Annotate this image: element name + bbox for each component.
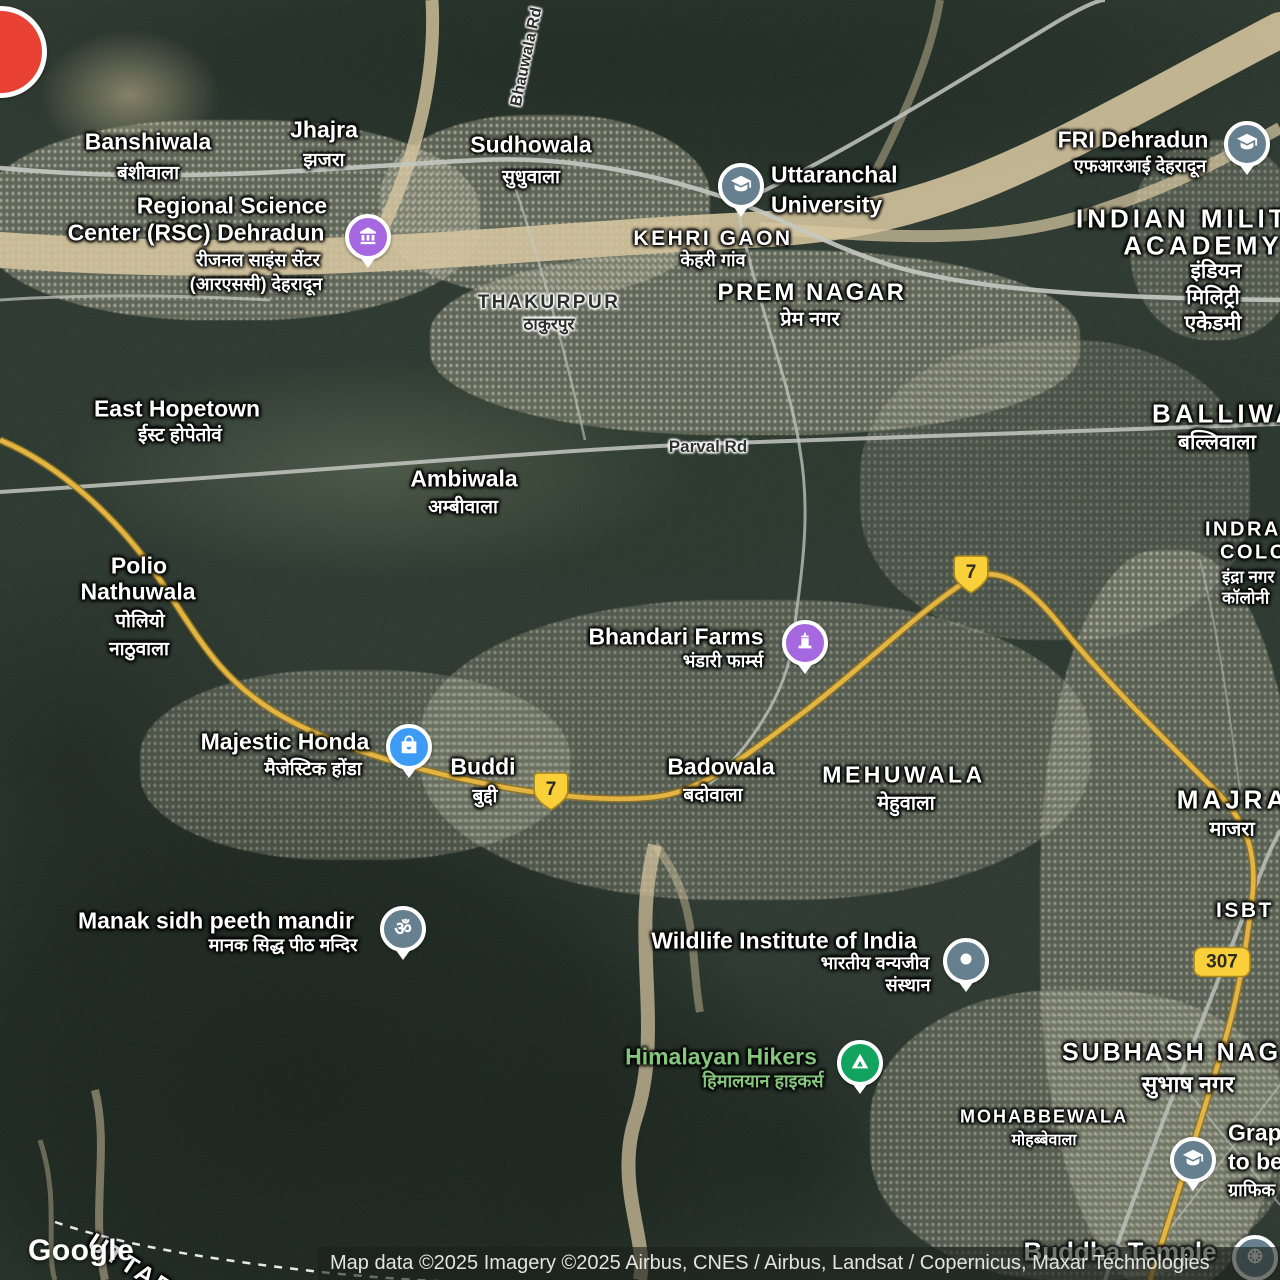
poi-label-rsc-line3: रीजनल साइंस सेंटर — [196, 248, 320, 272]
road-label-parval-rd: Parval Rd — [669, 437, 747, 457]
area-label-ima-line5: एकेडमी — [1185, 309, 1242, 337]
area-label-mohabbewala: MOHABBEWALA — [960, 1107, 1128, 1128]
poi-label-rsc-line1: Regional Science — [137, 193, 327, 220]
place-label-sudhowala: Sudhowala — [470, 132, 591, 159]
place-label-banshiwala: Banshiwala — [85, 129, 212, 156]
place-label-ambiwala-local: अम्बीवाला — [428, 493, 498, 519]
place-label-ambiwala: Ambiwala — [410, 466, 517, 493]
poi-label-uttaranchal-line1: Uttaranchal — [771, 162, 898, 189]
manak-mandir-pin[interactable]: ॐ — [380, 906, 426, 952]
forest-patch — [0, 730, 770, 1280]
poi-label-bhandari-farms: Bhandari Farms — [588, 624, 763, 651]
satellite-map[interactable]: Banshiwala बंशीवाला Jhajra झजरा Sudhowal… — [0, 0, 1280, 1280]
place-label-banshiwala-local: बंशीवाला — [117, 159, 179, 185]
rsc-museum-pin[interactable] — [345, 214, 391, 260]
poi-label-himalayan-hikers-local: हिमालयान हाइकर्स — [703, 1069, 824, 1093]
area-label-mehuwala-local: मेहुवाला — [877, 789, 935, 816]
area-label-majra: MAJRA — [1177, 785, 1280, 816]
poi-label-majestic-honda-local: मैजेस्टिक होंडा — [264, 755, 361, 781]
om-icon: ॐ — [394, 920, 411, 939]
route-7-badge: 7 — [533, 772, 569, 812]
area-label-subhash-nagar-local: सुभाष नगर — [1142, 1067, 1234, 1099]
majestic-honda-pin[interactable] — [386, 724, 432, 770]
place-label-buddi-local: बुद्दी — [473, 782, 498, 808]
wildlife-institute-pin[interactable] — [943, 938, 989, 984]
poi-label-wildlife-local1: भारतीय वन्यजीव — [821, 951, 930, 975]
place-label-polio-line4: नाठुवाला — [109, 635, 169, 661]
attribution-bar: Map data ©2025 Imagery ©2025 Airbus, CNE… — [318, 1247, 1280, 1280]
poi-label-rsc-line4: (आरएससी) देहरादून — [190, 272, 322, 296]
area-label-mohabbewala-local: मोहब्बेवाला — [1011, 1128, 1076, 1150]
poi-label-bhandari-farms-local: भंडारी फार्म्स — [683, 649, 764, 673]
road-label-bhauwala-rd: Bhauwala Rd — [508, 6, 546, 108]
urban-area — [430, 250, 1080, 435]
area-label-thakurpur-local: ठाकुरपुर — [524, 312, 575, 335]
bhandari-farms-pin[interactable] — [782, 620, 828, 666]
place-label-badowala: Badowala — [667, 754, 774, 781]
area-label-indra-nagar-line3: इंद्रा नगर — [1222, 565, 1274, 588]
poi-label-rsc-line2: Center (RSC) Dehradun — [68, 220, 325, 247]
graduation-cap-icon — [1236, 131, 1258, 158]
place-label-jhajra: Jhajra — [290, 117, 358, 144]
poi-label-fri-local: एफआरआई देहरादून — [1074, 154, 1207, 178]
uttaranchal-university-pin[interactable] — [718, 163, 764, 209]
area-label-isbt: ISBT — [1216, 899, 1274, 923]
area-label-indra-nagar-line2: COLONY — [1220, 542, 1280, 565]
graphic-era-pin[interactable] — [1170, 1137, 1216, 1183]
dot-icon — [955, 948, 977, 975]
generic-red-pin[interactable] — [0, 6, 47, 98]
place-label-jhajra-local: झजरा — [303, 146, 344, 172]
tent-icon — [849, 1050, 871, 1077]
route-307-badge: 307 — [1193, 947, 1251, 978]
place-label-badowala-local: बदोवाला — [683, 781, 742, 807]
graduation-cap-icon — [1182, 1147, 1204, 1174]
place-label-east-hopetown: East Hopetown — [94, 396, 260, 423]
area-label-balliwala-local: बल्लिवाला — [1178, 428, 1256, 456]
poi-label-majestic-honda: Majestic Honda — [201, 729, 370, 756]
place-label-east-hopetown-local: ईस्ट होपेतोवं — [138, 421, 222, 447]
poi-label-graphic-line1: Grap — [1228, 1120, 1280, 1147]
forest-patch — [330, 930, 870, 1280]
area-label-subhash-nagar: SUBHASH NAGAR — [1062, 1039, 1280, 1068]
route-7-badge: 7 — [953, 555, 989, 595]
poi-label-manak-mandir-local: मानक सिद्ध पीठ मन्दिर — [209, 933, 358, 957]
area-label-ima-line4: मिलिट्री — [1186, 283, 1240, 311]
place-label-polio-line1: Polio — [111, 553, 167, 580]
area-label-prem-nagar-local: प्रेम नगर — [780, 305, 839, 332]
place-label-sudhowala-local: सुधुवाला — [502, 163, 560, 189]
poi-label-graphic-line2: to be — [1228, 1149, 1280, 1176]
area-label-indra-nagar-line4: कॉलोनी — [1222, 586, 1269, 609]
monument-icon — [794, 630, 816, 657]
google-logo[interactable]: Google — [28, 1234, 134, 1268]
area-label-majra-local: माजरा — [1209, 815, 1254, 842]
forest-patch — [300, 320, 960, 620]
himalayan-hikers-pin[interactable] — [837, 1040, 883, 1086]
poi-label-uttaranchal-line2: University — [771, 192, 882, 219]
place-label-polio-line2: Nathuwala — [80, 579, 195, 606]
place-label-buddi: Buddi — [450, 754, 515, 781]
urban-area — [860, 340, 1250, 640]
place-label-polio-line3: पोलियो — [115, 607, 164, 633]
poi-label-manak-mandir: Manak sidh peeth mandir — [78, 908, 354, 935]
graduation-cap-icon — [730, 173, 752, 200]
area-label-indra-nagar-line1: INDRA NAGAR — [1205, 519, 1280, 542]
poi-label-fri: FRI Dehradun — [1058, 127, 1209, 154]
area-label-prem-nagar: PREM NAGAR — [717, 279, 906, 307]
poi-label-wildlife-local2: संस्थान — [886, 973, 931, 997]
area-label-balliwala: BALLIWALA — [1152, 399, 1280, 430]
museum-icon — [357, 224, 379, 251]
attribution-text: Map data ©2025 Imagery ©2025 Airbus, CNE… — [330, 1252, 1210, 1275]
area-label-mehuwala: MEHUWALA — [822, 762, 985, 789]
area-label-ima-line3: इंडियन — [1191, 257, 1242, 285]
shopping-bag-icon — [398, 734, 420, 761]
fri-dehradun-pin[interactable] — [1224, 121, 1270, 167]
fields-patch — [60, 360, 700, 580]
poi-label-himalayan-hikers: Himalayan Hikers — [625, 1044, 817, 1071]
forest-patch — [560, 970, 1000, 1280]
poi-label-graphic-line3: ग्राफिक — [1228, 1178, 1275, 1202]
area-label-kehri-gaon-local: केहरी गांव — [680, 248, 745, 272]
